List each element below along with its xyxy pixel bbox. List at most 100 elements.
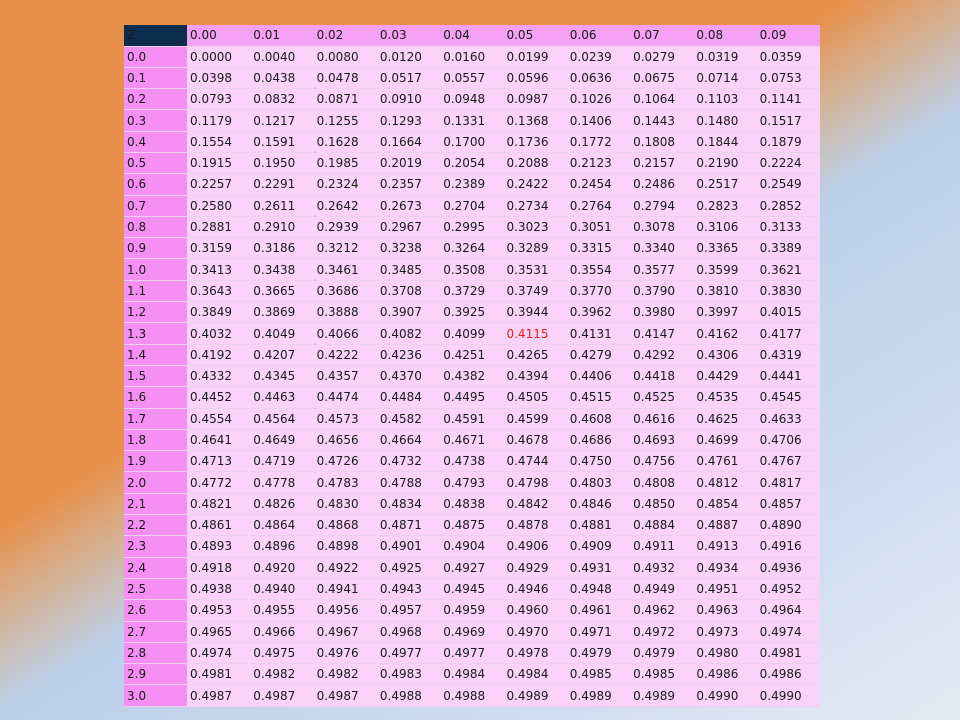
table-cell: 0.4881	[566, 514, 631, 537]
row-header: 1.5	[124, 365, 187, 388]
table-cell: 0.2642	[313, 195, 377, 217]
table-cell: 0.2357	[376, 173, 441, 196]
column-header: 0.01	[250, 25, 314, 47]
row-header: 0.6	[124, 173, 187, 196]
row-header: 2.6	[124, 599, 187, 622]
table-cell: 0.4573	[313, 408, 377, 430]
table-cell: 0.2257	[187, 173, 251, 196]
table-cell: 0.3289	[503, 237, 567, 260]
table-row: 1.9 0.4713 0.4719 0.4726 0.4732 0.4738 0.4744 0…	[124, 450, 820, 473]
row-header: 1.4	[124, 344, 187, 366]
table-cell: 0.3849	[187, 301, 251, 324]
row-header: 3.0	[124, 684, 187, 707]
table-cell: 0.0120	[376, 46, 441, 68]
table-cell: 0.4969	[440, 621, 504, 643]
table-body: 0.0 0.0000 0.0040 0.0080 0.0120 0.0160 0.0199 0…	[124, 46, 820, 707]
table-cell: 0.4975	[250, 642, 314, 665]
table-cell: 0.4251	[440, 344, 504, 366]
table-cell: 0.4162	[693, 322, 757, 345]
row-header: 2.3	[124, 535, 187, 558]
row-header: 1.8	[124, 429, 187, 452]
table-cell: 0.2291	[250, 173, 314, 196]
table-cell: 0.2422	[503, 173, 567, 196]
table-cell: 0.4599	[503, 408, 567, 430]
table-cell: 0.3389	[756, 237, 820, 260]
row-header: 0.2	[124, 88, 187, 111]
table-cell: 0.2486	[630, 173, 694, 196]
table-cell: 0.4990	[693, 684, 757, 707]
table-row: 1.0 0.3413 0.3438 0.3461 0.3485 0.3508 0.3531 0…	[124, 258, 820, 281]
table-cell: 0.2852	[756, 195, 820, 217]
table-cell: 0.1554	[187, 131, 251, 153]
table-cell: 0.4931	[566, 557, 631, 579]
table-cell: 0.4953	[187, 599, 251, 622]
table-row: 1.5 0.4332 0.4345 0.4357 0.4370 0.4382 0.4394 0…	[124, 365, 820, 388]
table-cell: 0.4960	[503, 599, 567, 622]
table-cell: 0.4406	[566, 365, 631, 388]
table-cell: 0.4842	[503, 493, 567, 516]
row-header: 0.9	[124, 237, 187, 260]
table-cell: 0.4929	[503, 557, 567, 579]
table-cell: 0.2454	[566, 173, 631, 196]
table-cell: 0.0080	[313, 46, 377, 68]
table-cell: 0.2764	[566, 195, 631, 217]
row-header: 0.8	[124, 216, 187, 239]
table-cell: 0.1985	[313, 152, 377, 175]
table-cell: 0.4982	[250, 663, 314, 686]
table-cell: 0.4582	[376, 408, 441, 430]
table-cell: 0.4788	[376, 471, 441, 494]
table-cell: 0.4977	[440, 642, 504, 665]
table-cell: 0.4934	[693, 557, 757, 579]
row-header: 1.9	[124, 450, 187, 473]
table-cell: 0.3770	[566, 280, 631, 303]
table-cell: 0.4966	[250, 621, 314, 643]
table-cell: 0.4904	[440, 535, 504, 558]
row-header: 0.7	[124, 195, 187, 217]
table-row: 2.4 0.4918 0.4920 0.4922 0.4925 0.4927 0.4929 0…	[124, 557, 820, 579]
table-cell: 0.4678	[503, 429, 567, 452]
table-cell: 0.4932	[630, 557, 694, 579]
table-cell: 0.3078	[630, 216, 694, 239]
table-cell: 0.2224	[756, 152, 820, 175]
table-row: 1.2 0.3849 0.3869 0.3888 0.3907 0.3925 0.3944 0…	[124, 301, 820, 324]
table-cell: 0.0319	[693, 46, 757, 68]
row-header: 2.1	[124, 493, 187, 516]
table-cell: 0.4983	[376, 663, 441, 686]
table-row: 1.7 0.4554 0.4564 0.4573 0.4582 0.4591 0.4599 0…	[124, 408, 820, 430]
table-cell: 0.4920	[250, 557, 314, 579]
z-table: Z 0.00 0.01 0.02 0.03 0.04 0.05 0.06 0.07 0.08 0.…	[124, 25, 820, 707]
table-cell: 0.0753	[756, 67, 820, 90]
table-cell: 0.4981	[187, 663, 251, 686]
table-cell: 0.4988	[440, 684, 504, 707]
table-cell: 0.4147	[630, 322, 694, 345]
table-cell: 0.0832	[250, 88, 314, 111]
table-cell: 0.4591	[440, 408, 504, 430]
table-cell: 0.1915	[187, 152, 251, 175]
table-cell: 0.4015	[756, 301, 820, 324]
table-cell: 0.4985	[566, 663, 631, 686]
table-cell: 0.4940	[250, 578, 314, 601]
table-cell: 0.1293	[376, 109, 441, 132]
table-cell: 0.3212	[313, 237, 377, 260]
table-cell: 0.4236	[376, 344, 441, 366]
table-row: 0.5 0.1915 0.1950 0.1985 0.2019 0.2054 0.2088 0…	[124, 152, 820, 175]
table-cell: 0.4925	[376, 557, 441, 579]
table-cell: 0.4941	[313, 578, 377, 601]
table-cell: 0.4868	[313, 514, 377, 537]
table-cell: 0.2517	[693, 173, 757, 196]
table-cell: 0.4817	[756, 471, 820, 494]
table-cell: 0.4909	[566, 535, 631, 558]
table-row: 2.6 0.4953 0.4955 0.4956 0.4957 0.4959 0.4960 0…	[124, 599, 820, 622]
row-header: 1.2	[124, 301, 187, 324]
table-cell: 0.1879	[756, 131, 820, 153]
table-cell: 0.4032	[187, 322, 251, 345]
table-cell: 0.4916	[756, 535, 820, 558]
table-cell: 0.4429	[693, 365, 757, 388]
row-header: 2.7	[124, 621, 187, 643]
table-cell: 0.4812	[693, 471, 757, 494]
table-row: 0.4 0.1554 0.1591 0.1628 0.1664 0.1700 0.1736 0…	[124, 131, 820, 153]
table-cell: 0.3621	[756, 258, 820, 281]
table-row: 2.0 0.4772 0.4778 0.4783 0.4788 0.4793 0.4798 0…	[124, 471, 820, 494]
table-cell: 0.4945	[440, 578, 504, 601]
table-cell: 0.4985	[630, 663, 694, 686]
